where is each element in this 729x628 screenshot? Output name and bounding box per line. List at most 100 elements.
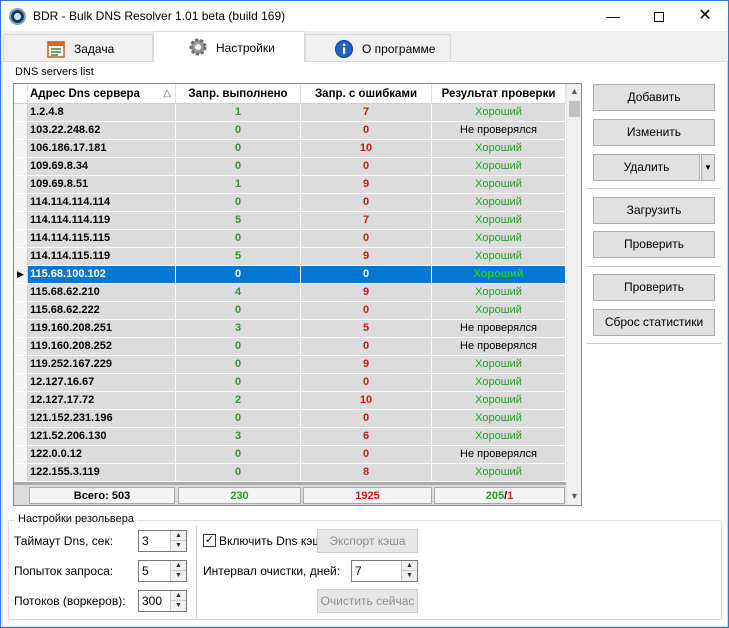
row-indicator[interactable] [14,464,28,481]
cell-address: 114.114.114.114 [28,194,176,211]
cell-ok-count: 0 [176,338,301,355]
cell-error-count: 0 [301,194,432,211]
column-header-result[interactable]: Результат проверки [432,84,566,104]
delete-button[interactable]: Удалить [593,154,700,181]
table-row[interactable]: 12.127.17.72 2 10 Хороший [14,392,566,410]
spin-down-icon[interactable]: ▼ [170,571,186,581]
timeout-label: Таймаут Dns, сек: [14,534,114,548]
edit-button[interactable]: Изменить [593,119,715,146]
row-indicator[interactable] [14,446,28,463]
row-indicator[interactable] [14,248,28,265]
spin-up-icon[interactable]: ▲ [401,561,417,571]
row-indicator[interactable] [14,374,28,391]
row-indicator[interactable] [14,284,28,301]
cleanup-interval-stepper[interactable]: 7 ▲ ▼ [351,560,418,582]
spin-down-icon[interactable]: ▼ [170,601,186,611]
row-indicator[interactable] [14,140,28,157]
row-indicator[interactable] [14,194,28,211]
threads-stepper[interactable]: 300 ▲ ▼ [138,590,187,612]
grid-vertical-scrollbar[interactable]: ▲ ▼ [566,84,581,505]
row-indicator[interactable] [14,302,28,319]
column-header-address[interactable]: Адрес Dns сервера △ [28,84,176,104]
column-header-ok[interactable]: Запр. выполнено [176,84,301,104]
cell-address: 119.160.208.251 [28,320,176,337]
check-button[interactable]: Проверить [593,231,715,258]
retries-value[interactable]: 5 [142,564,149,578]
load-button[interactable]: Загрузить [593,197,715,224]
row-indicator[interactable] [14,356,28,373]
row-indicator[interactable] [14,410,28,427]
row-indicator[interactable] [14,338,28,355]
row-indicator[interactable] [14,104,28,121]
table-row[interactable]: 109.69.8.51 1 9 Хороший [14,176,566,194]
row-indicator[interactable] [14,320,28,337]
table-row[interactable]: 121.152.231.196 0 0 Хороший [14,410,566,428]
export-cache-button[interactable]: Экспорт кэша [317,529,418,553]
dns-servers-grid[interactable]: Адрес Dns сервера △ Запр. выполнено Запр… [13,83,582,506]
clear-now-button[interactable]: Очистить сейчас [317,589,418,613]
add-button[interactable]: Добавить [593,84,715,111]
table-row[interactable]: 114.114.115.119 5 9 Хороший [14,248,566,266]
table-row[interactable]: ▶ 115.68.100.102 0 0 Хороший [14,266,566,284]
cell-result: Хороший [432,410,566,427]
minimize-button[interactable]: — [590,1,636,31]
table-row[interactable]: 115.68.62.210 4 9 Хороший [14,284,566,302]
row-indicator[interactable] [14,122,28,139]
table-row[interactable]: 114.114.114.114 0 0 Хороший [14,194,566,212]
row-indicator[interactable] [14,212,28,229]
cell-result: Хороший [432,392,566,409]
tab-about[interactable]: О программе [305,34,451,61]
cell-address: 121.52.206.130 [28,428,176,445]
table-row[interactable]: 12.127.16.67 0 0 Хороший [14,374,566,392]
table-row[interactable]: 122.155.3.119 0 8 Хороший [14,464,566,482]
table-row[interactable]: 119.160.208.251 3 5 Не проверялся [14,320,566,338]
table-row[interactable]: 119.160.208.252 0 0 Не проверялся [14,338,566,356]
table-row[interactable]: 115.68.62.222 0 0 Хороший [14,302,566,320]
row-indicator[interactable] [14,392,28,409]
spin-down-icon[interactable]: ▼ [401,571,417,581]
tab-task[interactable]: Задача [3,34,153,61]
table-row[interactable]: 109.69.8.34 0 0 Хороший [14,158,566,176]
spin-up-icon[interactable]: ▲ [170,561,186,571]
cell-error-count: 9 [301,176,432,193]
footer-errors: 1925 [303,487,432,504]
retries-stepper[interactable]: 5 ▲ ▼ [138,560,187,582]
scroll-up-icon[interactable]: ▲ [567,84,581,99]
table-row[interactable]: 103.22.248.62 0 0 Не проверялся [14,122,566,140]
cleanup-interval-value[interactable]: 7 [355,564,362,578]
timeout-value[interactable]: 3 [142,534,149,548]
spin-down-icon[interactable]: ▼ [170,541,186,551]
row-indicator[interactable] [14,158,28,175]
spin-up-icon[interactable]: ▲ [170,531,186,541]
tab-settings[interactable]: Настройки [153,31,305,62]
table-row[interactable]: 106.186.17.181 0 10 Хороший [14,140,566,158]
delete-dropdown-arrow[interactable]: ▼ [701,154,715,181]
cell-address: 121.152.231.196 [28,410,176,427]
reset-statistics-button[interactable]: Сброс статистики [593,309,715,336]
scroll-thumb[interactable] [569,101,580,117]
table-row[interactable]: 121.52.206.130 3 6 Хороший [14,428,566,446]
check-statistics-button[interactable]: Проверить [593,274,715,301]
cell-error-count: 9 [301,284,432,301]
grid-header: Адрес Dns сервера △ Запр. выполнено Запр… [14,84,566,104]
row-indicator[interactable] [14,428,28,445]
timeout-stepper[interactable]: 3 ▲ ▼ [138,530,187,552]
maximize-button[interactable] [636,1,682,31]
table-row[interactable]: 114.114.115.115 0 0 Хороший [14,230,566,248]
row-indicator[interactable] [14,176,28,193]
dns-cache-checkbox[interactable]: ✓ [203,534,216,547]
close-button[interactable]: ✕ [682,1,728,31]
row-indicator[interactable]: ▶ [14,266,28,283]
threads-value[interactable]: 300 [142,594,162,608]
dns-cache-label[interactable]: Включить Dns кэш [219,534,322,548]
scroll-down-icon[interactable]: ▼ [567,489,581,504]
column-header-errors[interactable]: Запр. с ошибками [301,84,432,104]
table-row[interactable]: 122.0.0.12 0 0 Не проверялся [14,446,566,464]
table-row[interactable]: 119.252.167.229 0 9 Хороший [14,356,566,374]
cell-error-count: 9 [301,248,432,265]
table-row[interactable]: 114.114.114.119 5 7 Хороший [14,212,566,230]
row-indicator[interactable] [14,230,28,247]
cell-result: Хороший [432,140,566,157]
table-row[interactable]: 1.2.4.8 1 7 Хороший [14,104,566,122]
spin-up-icon[interactable]: ▲ [170,591,186,601]
